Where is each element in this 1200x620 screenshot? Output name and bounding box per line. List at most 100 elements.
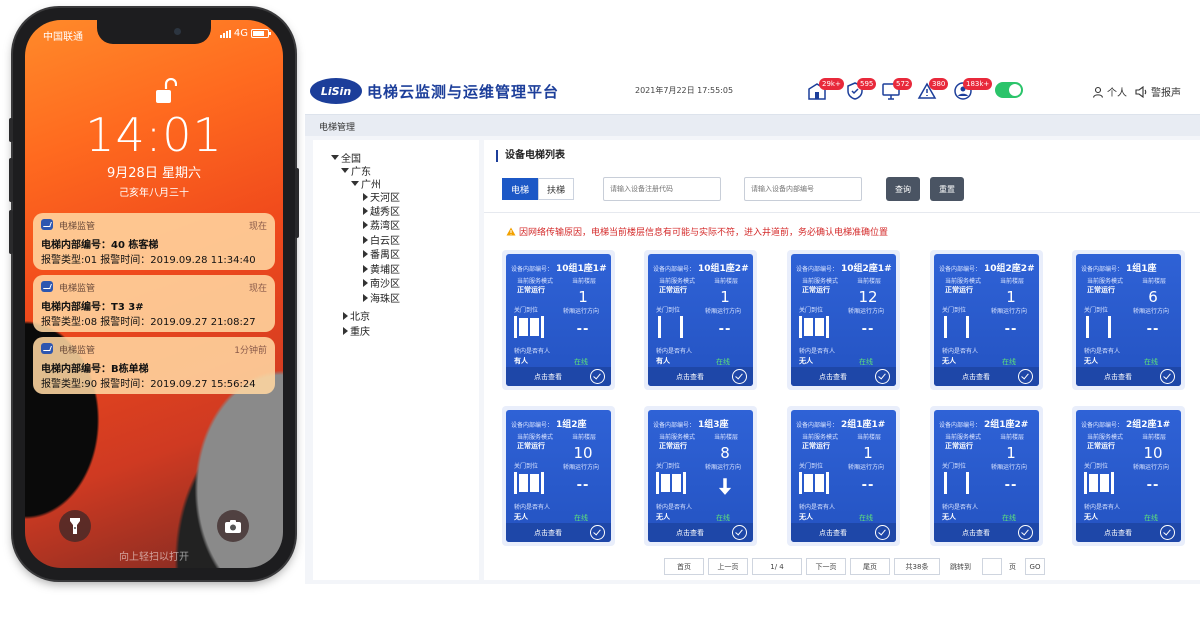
view-details-link[interactable]: 点击查看 [1104,372,1132,382]
service-mode-value: 正常运行 [659,286,687,294]
direction-indicator: -- [846,478,890,493]
card-footer[interactable]: 点击查看 [1076,367,1181,386]
tree-node-district[interactable]: 番禺区 [363,246,400,261]
current-floor-label: 当前楼层 [714,278,739,285]
tree-node-district[interactable]: 天河区 [363,189,400,204]
device-name: 10组2座2# [984,264,1035,274]
first-page-button[interactable]: 首页 [664,558,704,575]
check-circle-icon[interactable] [590,369,605,384]
caret-right-icon [363,249,368,258]
view-details-link[interactable]: 点击查看 [962,528,990,538]
view-details-link[interactable]: 点击查看 [962,372,990,382]
elevator-card[interactable]: 设备内部编号： 10组2座1# 当前服务模式 当前楼层 正常运行 12 关门到位 轿厢运行方向… [787,250,900,390]
view-details-link[interactable]: 点击查看 [676,528,704,538]
tree-node-district[interactable]: 白云区 [363,232,400,247]
elevator-card[interactable]: 设备内部编号： 1组3座 当前服务模式 当前楼层 正常运行 8 关门到位 轿厢运行方向 轿内是否… [644,406,757,546]
check-circle-icon[interactable] [875,369,890,384]
view-details-link[interactable]: 点击查看 [676,372,704,382]
check-circle-icon[interactable] [1160,525,1175,540]
personal-link[interactable]: 个人 [1092,84,1127,99]
check-circle-icon[interactable] [732,525,747,540]
card-footer[interactable]: 点击查看 [506,367,611,386]
lock-screen: 中国联通 4G 14:01 9月28日 星期六 己亥年八月三十 电梯监管 现在 … [25,20,283,568]
elevator-card[interactable]: 设备内部编号： 2组1座2# 当前服务模式 当前楼层 正常运行 1 关门到位 轿厢运行方向 --… [930,406,1043,546]
registration-code-input[interactable] [603,177,721,201]
next-page-button[interactable]: 下一页 [806,558,846,575]
current-floor-label: 当前楼层 [1142,434,1167,441]
card-body: 设备内部编号： 1组2座 当前服务模式 当前楼层 正常运行 10 关门到位 轿厢运行方向 -- 轿… [506,410,611,542]
door-label: 关门到位 [514,463,539,470]
card-footer[interactable]: 点击查看 [791,367,896,386]
card-footer[interactable]: 点击查看 [506,523,611,542]
elevator-card[interactable]: 设备内部编号： 1组1座 当前服务模式 当前楼层 正常运行 6 关门到位 轿厢运行方向 -- 轿内… [1072,250,1185,390]
tree-node-district[interactable]: 荔湾区 [363,217,400,232]
notification-card[interactable]: 电梯监管 现在 电梯内部编号：T3 3# 报警类型:08 报警时间：2019.0… [33,275,275,332]
elevator-card[interactable]: 设备内部编号： 10组1座2# 当前服务模式 当前楼层 正常运行 1 关门到位 轿厢运行方向 -… [644,250,757,390]
card-footer[interactable]: 点击查看 [1076,523,1181,542]
check-circle-icon[interactable] [875,525,890,540]
alarm-sound-link[interactable]: 警报声 [1135,84,1181,99]
card-body: 设备内部编号： 10组2座1# 当前服务模式 当前楼层 正常运行 12 关门到位 轿厢运行方向… [791,254,896,386]
camera-button[interactable] [217,510,249,542]
view-details-link[interactable]: 点击查看 [819,372,847,382]
card-footer[interactable]: 点击查看 [934,367,1039,386]
direction-value: -- [1004,322,1018,337]
check-circle-icon[interactable] [590,525,605,540]
elevator-card[interactable]: 设备内部编号： 1组2座 当前服务模式 当前楼层 正常运行 10 关门到位 轿厢运行方向 -- 轿… [502,406,615,546]
direction-indicator: -- [703,322,747,337]
current-floor-label: 当前楼层 [1142,278,1167,285]
query-button[interactable]: 查询 [886,177,920,201]
direction-value: -- [576,322,590,337]
check-circle-icon[interactable] [732,369,747,384]
occupancy-value: 无人 [942,513,956,521]
occupancy-label: 轿内是否有人 [942,348,979,355]
card-footer[interactable]: 点击查看 [934,523,1039,542]
flashlight-button[interactable] [59,510,91,542]
direction-label: 轿厢运行方向 [705,308,742,315]
tree-node-label: 越秀区 [370,207,400,218]
check-circle-icon[interactable] [1160,369,1175,384]
current-floor-value: 12 [858,288,878,306]
door-closed-icon [1084,472,1114,494]
tree-node-province[interactable]: 重庆 [343,323,370,338]
current-floor-label: 当前楼层 [857,278,882,285]
internal-number-input[interactable] [744,177,862,201]
view-details-link[interactable]: 点击查看 [1104,528,1132,538]
prev-page-button[interactable]: 上一页 [708,558,748,575]
last-page-button[interactable]: 尾页 [850,558,890,575]
total-count: 共38条 [894,558,940,575]
direction-indicator: -- [1131,478,1175,493]
card-footer[interactable]: 点击查看 [648,367,753,386]
elevator-card[interactable]: 设备内部编号： 2组2座1# 当前服务模式 当前楼层 正常运行 10 关门到位 轿厢运行方向 -… [1072,406,1185,546]
tab-escalator[interactable]: 扶梯 [538,178,574,200]
view-details-link[interactable]: 点击查看 [534,372,562,382]
tree-node-district[interactable]: 海珠区 [363,290,400,305]
tree-node-district[interactable]: 越秀区 [363,203,400,218]
tree-node-district[interactable]: 黄埔区 [363,261,400,276]
view-details-link[interactable]: 点击查看 [534,528,562,538]
tree-node-district[interactable]: 南沙区 [363,275,400,290]
elevator-card[interactable]: 设备内部编号： 10组1座1# 当前服务模式 当前楼层 正常运行 1 关门到位 轿厢运行方向 -… [502,250,615,390]
elevator-card[interactable]: 设备内部编号： 10组2座2# 当前服务模式 当前楼层 正常运行 1 关门到位 轿厢运行方向 -… [930,250,1043,390]
card-footer[interactable]: 点击查看 [791,523,896,542]
view-details-link[interactable]: 点击查看 [819,528,847,538]
elevator-card[interactable]: 设备内部编号： 2组1座1# 当前服务模式 当前楼层 正常运行 1 关门到位 轿厢运行方向 --… [787,406,900,546]
reset-button[interactable]: 重置 [930,177,964,201]
go-button[interactable]: GO [1025,558,1045,575]
check-circle-icon[interactable] [1018,525,1033,540]
card-footer[interactable]: 点击查看 [648,523,753,542]
breadcrumb[interactable]: 电梯管理 [319,120,355,133]
tab-elevator[interactable]: 电梯 [502,178,538,200]
alert-count-badge: 380 [929,78,949,90]
notification-card[interactable]: 电梯监管 1分钟前 电梯内部编号：B栋单梯 报警类型:90 报警时间：2019.… [33,337,275,394]
card-body: 设备内部编号： 10组2座2# 当前服务模式 当前楼层 正常运行 1 关门到位 轿厢运行方向 -… [934,254,1039,386]
tree-node-province[interactable]: 北京 [343,308,370,323]
online-status: 在线 [1002,514,1016,522]
device-name: 10组1座2# [698,264,749,274]
check-circle-icon[interactable] [1018,369,1033,384]
notification-toggle[interactable] [995,82,1023,98]
status-indicators: 4G [219,28,271,39]
jump-page-input[interactable] [982,558,1002,575]
notification-card[interactable]: 电梯监管 现在 电梯内部编号：40 栋客梯 报警类型:01 报警时间：2019.… [33,213,275,270]
online-status: 在线 [1002,358,1016,366]
